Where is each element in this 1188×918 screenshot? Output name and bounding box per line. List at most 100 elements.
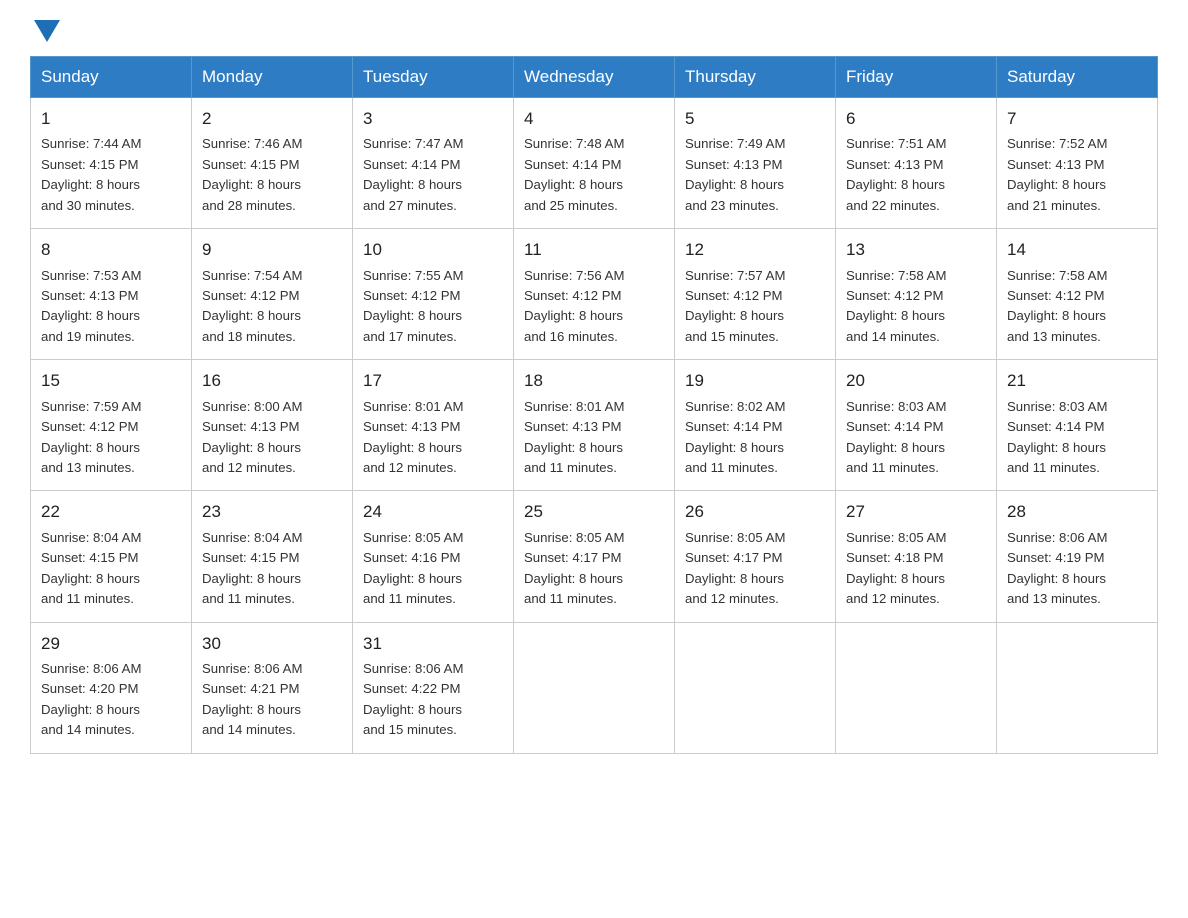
calendar-cell: 19 Sunrise: 8:02 AM Sunset: 4:14 PM Dayl… — [675, 360, 836, 491]
calendar-cell: 17 Sunrise: 8:01 AM Sunset: 4:13 PM Dayl… — [353, 360, 514, 491]
day-info: Sunrise: 8:03 AM Sunset: 4:14 PM Dayligh… — [846, 397, 986, 479]
day-info: Sunrise: 8:06 AM Sunset: 4:22 PM Dayligh… — [363, 659, 503, 741]
day-number: 28 — [1007, 499, 1147, 525]
weekday-header-wednesday: Wednesday — [514, 57, 675, 98]
day-number: 30 — [202, 631, 342, 657]
day-info: Sunrise: 7:54 AM Sunset: 4:12 PM Dayligh… — [202, 266, 342, 348]
day-number: 1 — [41, 106, 181, 132]
calendar-cell: 25 Sunrise: 8:05 AM Sunset: 4:17 PM Dayl… — [514, 491, 675, 622]
day-number: 31 — [363, 631, 503, 657]
calendar-cell: 12 Sunrise: 7:57 AM Sunset: 4:12 PM Dayl… — [675, 229, 836, 360]
calendar-cell: 24 Sunrise: 8:05 AM Sunset: 4:16 PM Dayl… — [353, 491, 514, 622]
day-info: Sunrise: 7:49 AM Sunset: 4:13 PM Dayligh… — [685, 134, 825, 216]
day-info: Sunrise: 8:05 AM Sunset: 4:17 PM Dayligh… — [685, 528, 825, 610]
calendar-cell: 1 Sunrise: 7:44 AM Sunset: 4:15 PM Dayli… — [31, 98, 192, 229]
day-number: 3 — [363, 106, 503, 132]
day-info: Sunrise: 7:51 AM Sunset: 4:13 PM Dayligh… — [846, 134, 986, 216]
day-info: Sunrise: 8:01 AM Sunset: 4:13 PM Dayligh… — [363, 397, 503, 479]
day-number: 23 — [202, 499, 342, 525]
weekday-header-row: SundayMondayTuesdayWednesdayThursdayFrid… — [31, 57, 1158, 98]
day-info: Sunrise: 8:06 AM Sunset: 4:19 PM Dayligh… — [1007, 528, 1147, 610]
calendar-cell: 23 Sunrise: 8:04 AM Sunset: 4:15 PM Dayl… — [192, 491, 353, 622]
day-number: 2 — [202, 106, 342, 132]
day-number: 19 — [685, 368, 825, 394]
calendar-cell: 22 Sunrise: 8:04 AM Sunset: 4:15 PM Dayl… — [31, 491, 192, 622]
day-number: 24 — [363, 499, 503, 525]
day-info: Sunrise: 7:47 AM Sunset: 4:14 PM Dayligh… — [363, 134, 503, 216]
calendar-cell: 9 Sunrise: 7:54 AM Sunset: 4:12 PM Dayli… — [192, 229, 353, 360]
day-number: 13 — [846, 237, 986, 263]
week-row-3: 15 Sunrise: 7:59 AM Sunset: 4:12 PM Dayl… — [31, 360, 1158, 491]
day-number: 10 — [363, 237, 503, 263]
day-info: Sunrise: 8:06 AM Sunset: 4:20 PM Dayligh… — [41, 659, 181, 741]
day-number: 6 — [846, 106, 986, 132]
day-info: Sunrise: 8:02 AM Sunset: 4:14 PM Dayligh… — [685, 397, 825, 479]
page-header — [30, 20, 1158, 38]
day-number: 25 — [524, 499, 664, 525]
calendar-cell: 13 Sunrise: 7:58 AM Sunset: 4:12 PM Dayl… — [836, 229, 997, 360]
calendar-cell: 10 Sunrise: 7:55 AM Sunset: 4:12 PM Dayl… — [353, 229, 514, 360]
day-number: 15 — [41, 368, 181, 394]
weekday-header-monday: Monday — [192, 57, 353, 98]
calendar-cell — [997, 622, 1158, 753]
calendar-cell: 8 Sunrise: 7:53 AM Sunset: 4:13 PM Dayli… — [31, 229, 192, 360]
logo — [30, 20, 62, 38]
calendar-cell: 14 Sunrise: 7:58 AM Sunset: 4:12 PM Dayl… — [997, 229, 1158, 360]
day-number: 18 — [524, 368, 664, 394]
day-info: Sunrise: 8:00 AM Sunset: 4:13 PM Dayligh… — [202, 397, 342, 479]
calendar-cell: 30 Sunrise: 8:06 AM Sunset: 4:21 PM Dayl… — [192, 622, 353, 753]
calendar-table: SundayMondayTuesdayWednesdayThursdayFrid… — [30, 56, 1158, 754]
day-info: Sunrise: 8:05 AM Sunset: 4:18 PM Dayligh… — [846, 528, 986, 610]
day-info: Sunrise: 7:55 AM Sunset: 4:12 PM Dayligh… — [363, 266, 503, 348]
calendar-cell: 3 Sunrise: 7:47 AM Sunset: 4:14 PM Dayli… — [353, 98, 514, 229]
calendar-cell: 2 Sunrise: 7:46 AM Sunset: 4:15 PM Dayli… — [192, 98, 353, 229]
day-number: 16 — [202, 368, 342, 394]
day-info: Sunrise: 7:57 AM Sunset: 4:12 PM Dayligh… — [685, 266, 825, 348]
calendar-cell — [836, 622, 997, 753]
logo-arrow-icon — [30, 20, 62, 42]
week-row-2: 8 Sunrise: 7:53 AM Sunset: 4:13 PM Dayli… — [31, 229, 1158, 360]
weekday-header-thursday: Thursday — [675, 57, 836, 98]
weekday-header-sunday: Sunday — [31, 57, 192, 98]
calendar-cell: 26 Sunrise: 8:05 AM Sunset: 4:17 PM Dayl… — [675, 491, 836, 622]
calendar-cell: 20 Sunrise: 8:03 AM Sunset: 4:14 PM Dayl… — [836, 360, 997, 491]
day-number: 20 — [846, 368, 986, 394]
calendar-cell: 31 Sunrise: 8:06 AM Sunset: 4:22 PM Dayl… — [353, 622, 514, 753]
calendar-cell: 16 Sunrise: 8:00 AM Sunset: 4:13 PM Dayl… — [192, 360, 353, 491]
weekday-header-tuesday: Tuesday — [353, 57, 514, 98]
day-number: 27 — [846, 499, 986, 525]
day-number: 5 — [685, 106, 825, 132]
day-info: Sunrise: 8:01 AM Sunset: 4:13 PM Dayligh… — [524, 397, 664, 479]
day-info: Sunrise: 7:58 AM Sunset: 4:12 PM Dayligh… — [846, 266, 986, 348]
calendar-cell: 28 Sunrise: 8:06 AM Sunset: 4:19 PM Dayl… — [997, 491, 1158, 622]
calendar-cell: 27 Sunrise: 8:05 AM Sunset: 4:18 PM Dayl… — [836, 491, 997, 622]
calendar-cell: 6 Sunrise: 7:51 AM Sunset: 4:13 PM Dayli… — [836, 98, 997, 229]
weekday-header-saturday: Saturday — [997, 57, 1158, 98]
week-row-4: 22 Sunrise: 8:04 AM Sunset: 4:15 PM Dayl… — [31, 491, 1158, 622]
calendar-cell — [675, 622, 836, 753]
week-row-5: 29 Sunrise: 8:06 AM Sunset: 4:20 PM Dayl… — [31, 622, 1158, 753]
calendar-cell: 5 Sunrise: 7:49 AM Sunset: 4:13 PM Dayli… — [675, 98, 836, 229]
calendar-cell: 4 Sunrise: 7:48 AM Sunset: 4:14 PM Dayli… — [514, 98, 675, 229]
day-number: 26 — [685, 499, 825, 525]
day-number: 7 — [1007, 106, 1147, 132]
day-number: 9 — [202, 237, 342, 263]
day-info: Sunrise: 7:46 AM Sunset: 4:15 PM Dayligh… — [202, 134, 342, 216]
day-info: Sunrise: 7:52 AM Sunset: 4:13 PM Dayligh… — [1007, 134, 1147, 216]
day-info: Sunrise: 8:03 AM Sunset: 4:14 PM Dayligh… — [1007, 397, 1147, 479]
day-number: 21 — [1007, 368, 1147, 394]
day-info: Sunrise: 7:59 AM Sunset: 4:12 PM Dayligh… — [41, 397, 181, 479]
day-info: Sunrise: 8:05 AM Sunset: 4:16 PM Dayligh… — [363, 528, 503, 610]
day-info: Sunrise: 8:06 AM Sunset: 4:21 PM Dayligh… — [202, 659, 342, 741]
day-number: 12 — [685, 237, 825, 263]
day-number: 11 — [524, 237, 664, 263]
day-number: 17 — [363, 368, 503, 394]
weekday-header-friday: Friday — [836, 57, 997, 98]
calendar-cell: 29 Sunrise: 8:06 AM Sunset: 4:20 PM Dayl… — [31, 622, 192, 753]
calendar-cell — [514, 622, 675, 753]
day-number: 4 — [524, 106, 664, 132]
calendar-cell: 11 Sunrise: 7:56 AM Sunset: 4:12 PM Dayl… — [514, 229, 675, 360]
day-info: Sunrise: 7:56 AM Sunset: 4:12 PM Dayligh… — [524, 266, 664, 348]
day-info: Sunrise: 8:04 AM Sunset: 4:15 PM Dayligh… — [202, 528, 342, 610]
calendar-cell: 18 Sunrise: 8:01 AM Sunset: 4:13 PM Dayl… — [514, 360, 675, 491]
